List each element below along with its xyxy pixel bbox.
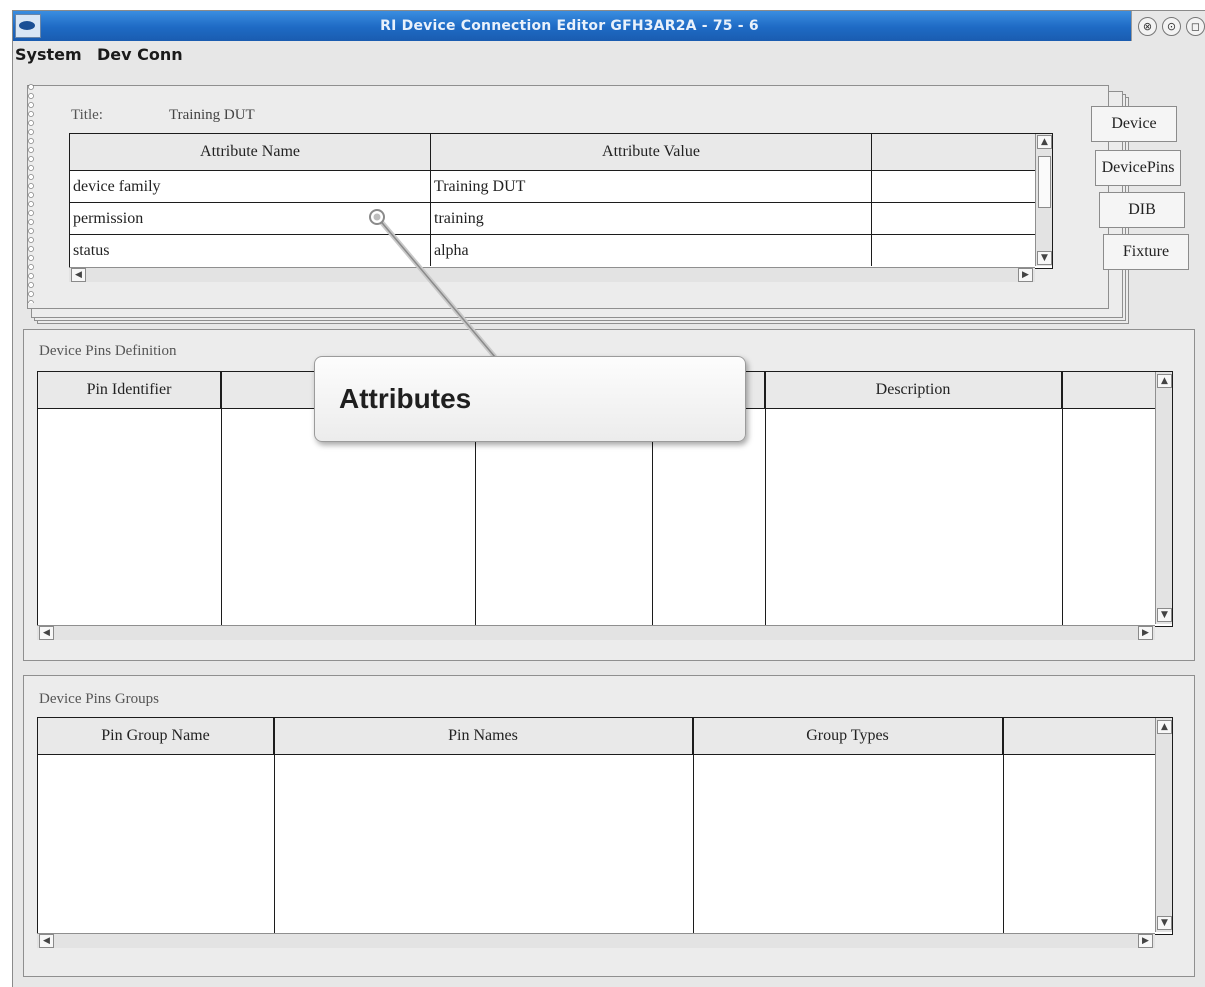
scroll-down-icon[interactable]: ▼ xyxy=(1157,608,1172,622)
column-header-attribute-value[interactable]: Attribute Value xyxy=(431,134,872,170)
attribute-value-cell[interactable]: Training DUT xyxy=(431,171,872,202)
scroll-down-icon[interactable]: ▼ xyxy=(1037,251,1052,265)
column-divider xyxy=(221,372,222,626)
tab-devicepins[interactable]: DevicePins xyxy=(1095,150,1181,186)
attribute-name-cell[interactable]: device family xyxy=(70,171,431,202)
maximize-icon[interactable]: ◻ xyxy=(1186,17,1205,36)
close-icon[interactable]: ⊗ xyxy=(1138,17,1157,36)
scroll-up-icon[interactable]: ▲ xyxy=(1157,374,1172,388)
column-header-pin-names[interactable]: Pin Names xyxy=(274,718,693,754)
tab-device[interactable]: Device xyxy=(1091,106,1177,142)
scroll-right-icon[interactable]: ▶ xyxy=(1138,626,1153,640)
column-header-extra[interactable] xyxy=(1062,372,1156,408)
title-label: Title: xyxy=(71,107,103,123)
pin-groups-table-header: Pin Group Name Pin Names Group Types xyxy=(38,718,1172,755)
scroll-left-icon[interactable]: ◀ xyxy=(39,934,54,948)
groups-vertical-scrollbar[interactable]: ▲ ▼ xyxy=(1155,718,1172,932)
title-bar[interactable]: RI Device Connection Editor GFH3AR2A - 7… xyxy=(13,11,1205,41)
tab-dib[interactable]: DIB xyxy=(1099,192,1185,228)
column-divider xyxy=(1062,372,1063,626)
groups-horizontal-scrollbar[interactable]: ◀ ▶ xyxy=(37,933,1155,948)
attribute-value-cell[interactable]: training xyxy=(431,203,872,234)
pins-vertical-scrollbar[interactable]: ▲ ▼ xyxy=(1155,372,1172,624)
column-divider xyxy=(765,372,766,626)
main-window: RI Device Connection Editor GFH3AR2A - 7… xyxy=(12,10,1205,987)
notebook-spiral xyxy=(23,81,39,303)
column-header-pin-identifier[interactable]: Pin Identifier xyxy=(38,372,221,408)
callout-text: Attributes xyxy=(339,383,472,414)
scroll-left-icon[interactable]: ◀ xyxy=(39,626,54,640)
attributes-vertical-scrollbar[interactable]: ▲ ▼ xyxy=(1035,134,1052,266)
attributes-table-header: Attribute Name Attribute Value xyxy=(70,134,1052,171)
table-row[interactable]: status alpha xyxy=(70,235,1052,266)
column-divider xyxy=(693,718,694,934)
attributes-horizontal-scrollbar[interactable]: ◀ ▶ xyxy=(69,267,1035,282)
scroll-up-icon[interactable]: ▲ xyxy=(1157,720,1172,734)
scroll-up-icon[interactable]: ▲ xyxy=(1037,135,1052,149)
menu-system[interactable]: System xyxy=(15,45,82,64)
column-header-description[interactable]: Description xyxy=(765,372,1062,408)
window-controls: ⊗ ⊙ ◻ xyxy=(1131,11,1205,41)
pins-horizontal-scrollbar[interactable]: ◀ ▶ xyxy=(37,625,1155,640)
pin-groups-table[interactable]: Pin Group Name Pin Names Group Types ▲ ▼ xyxy=(37,717,1173,935)
column-divider xyxy=(274,718,275,934)
minimize-icon[interactable]: ⊙ xyxy=(1162,17,1181,36)
attribute-name-cell[interactable]: permission xyxy=(70,203,431,234)
window-title: RI Device Connection Editor GFH3AR2A - 7… xyxy=(380,18,759,34)
column-header-group-types[interactable]: Group Types xyxy=(693,718,1003,754)
attributes-callout: Attributes xyxy=(314,356,746,442)
table-row[interactable]: permission training xyxy=(70,203,1052,235)
column-header-extra[interactable] xyxy=(872,134,1052,170)
menu-dev-conn[interactable]: Dev Conn xyxy=(97,45,183,64)
scroll-thumb[interactable] xyxy=(1038,156,1051,208)
column-header-pin-group-name[interactable]: Pin Group Name xyxy=(38,718,274,754)
attribute-value-cell[interactable]: alpha xyxy=(431,235,872,266)
attribute-extra-cell[interactable] xyxy=(872,203,1052,234)
column-divider xyxy=(1003,718,1004,934)
column-header-attribute-name[interactable]: Attribute Name xyxy=(70,134,431,170)
scroll-down-icon[interactable]: ▼ xyxy=(1157,916,1172,930)
table-row[interactable]: device family Training DUT xyxy=(70,171,1052,203)
attribute-extra-cell[interactable] xyxy=(872,235,1052,266)
title-value: Training DUT xyxy=(169,107,255,123)
menu-bar: System Dev Conn xyxy=(13,41,1205,71)
attribute-name-cell[interactable]: status xyxy=(70,235,431,266)
column-header-extra[interactable] xyxy=(1003,718,1156,754)
device-pins-groups-label: Device Pins Groups xyxy=(39,691,159,707)
device-pins-definition-label: Device Pins Definition xyxy=(39,343,177,359)
scroll-left-icon[interactable]: ◀ xyxy=(71,268,86,282)
scroll-right-icon[interactable]: ▶ xyxy=(1138,934,1153,948)
attribute-extra-cell[interactable] xyxy=(872,171,1052,202)
scroll-right-icon[interactable]: ▶ xyxy=(1018,268,1033,282)
attributes-table[interactable]: Attribute Name Attribute Value device fa… xyxy=(69,133,1053,269)
tab-fixture[interactable]: Fixture xyxy=(1103,234,1189,270)
